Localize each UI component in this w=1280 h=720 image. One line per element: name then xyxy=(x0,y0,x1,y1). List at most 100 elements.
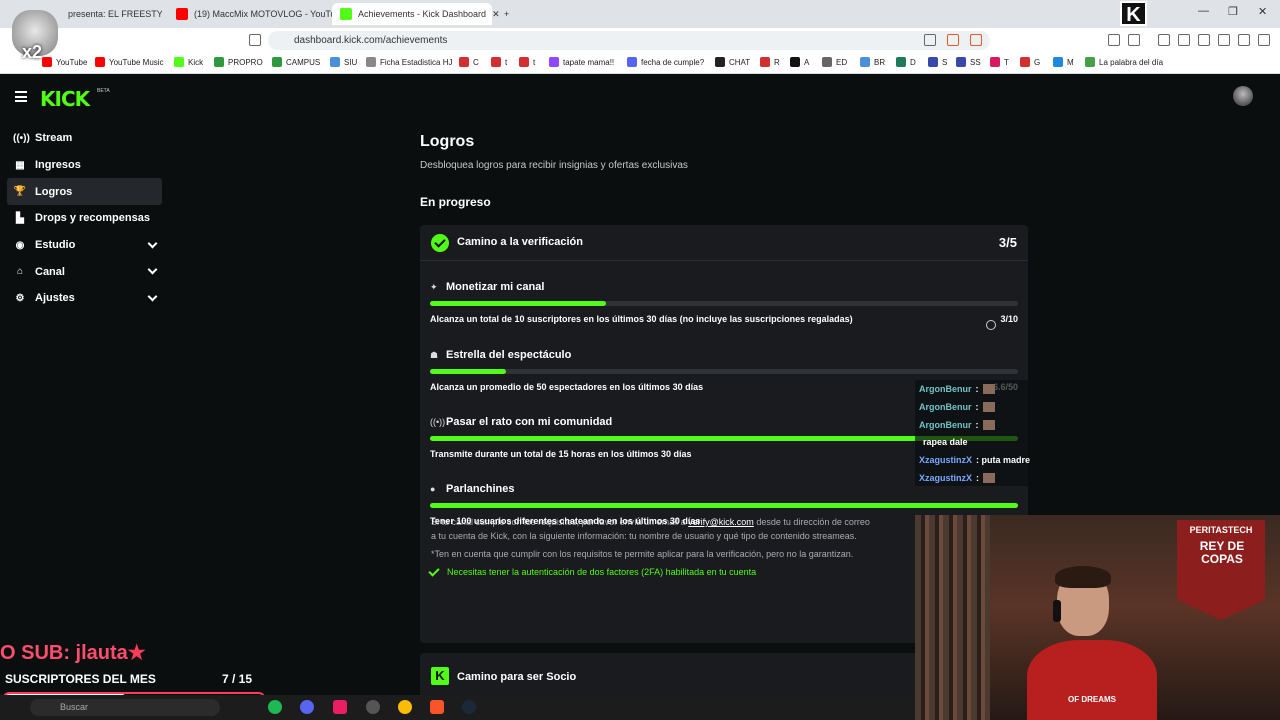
bookmark-item[interactable]: t xyxy=(491,57,507,67)
music-icon[interactable] xyxy=(1158,34,1170,46)
browser-tab[interactable]: presenta: EL FREESTYLER !! xyxy=(60,3,170,25)
chat-message: XzagustinzX: puta madre xyxy=(919,455,1030,465)
sidebar-item-ajustes[interactable]: ⚙ Ajustes xyxy=(7,285,162,312)
achievement-task: ✦ Monetizar mi canal Alcanza un total de 1… xyxy=(430,281,1018,341)
kick-logo[interactable]: KICK xyxy=(40,87,90,111)
sidebar-item-drops[interactable]: ▙ Drops y recompensas xyxy=(7,205,162,232)
bookmark-item[interactable]: R xyxy=(760,57,780,67)
bookmark-label: T xyxy=(1004,57,1009,67)
bookmark-item[interactable]: CHAT xyxy=(715,57,750,67)
bookmark-item[interactable]: Ficha Estadistica HJ xyxy=(366,57,452,67)
bookmark-item[interactable]: D xyxy=(896,57,916,67)
new-tab-button[interactable]: + xyxy=(496,3,517,25)
browser-tab[interactable]: (19) MaccMix MOTOVLOG - YouTube xyxy=(168,3,346,25)
bookmark-item[interactable]: T xyxy=(990,57,1009,67)
chrome-icon[interactable] xyxy=(398,700,412,714)
bookmark-item[interactable]: fecha de cumple? xyxy=(627,57,704,67)
sidebar-item-canal[interactable]: ⌂ Canal xyxy=(7,258,162,285)
chat-text: : xyxy=(975,401,979,412)
share-icon[interactable] xyxy=(924,34,936,46)
restore-icon[interactable]: ❐ xyxy=(1228,5,1238,18)
url-text: dashboard.kick.com/achievements xyxy=(294,35,448,46)
sub-goal-count: 7 / 15 xyxy=(222,672,253,686)
footer-note: *Ten en cuenta que cumplir con los requi… xyxy=(431,549,854,559)
bookmark-item[interactable]: G xyxy=(1020,57,1040,67)
bookmark-item[interactable]: tapate mama!! xyxy=(549,57,614,67)
bookmark-item[interactable]: PROPRO xyxy=(214,57,263,67)
screenshot-icon[interactable] xyxy=(1128,34,1140,46)
bookmark-item[interactable]: SIU xyxy=(330,57,357,67)
progress-track xyxy=(430,503,1018,508)
card-count: 3/5 xyxy=(998,235,1017,250)
wallet-icon[interactable] xyxy=(1198,34,1210,46)
sidebar-item-stream[interactable]: ((•)) Stream xyxy=(7,125,162,152)
bookmark-label: M xyxy=(1067,57,1074,67)
bookmark-item[interactable]: SS xyxy=(956,57,981,67)
obs-icon[interactable] xyxy=(366,700,380,714)
bookmark-icon[interactable] xyxy=(249,34,261,46)
sidebar: ((•)) Stream ▦ Ingresos 🏆 Logros ▙ Drops y reco… xyxy=(0,125,170,312)
task-title: Pasar el rato con mi comunidad xyxy=(446,416,613,428)
bookmark-item[interactable]: t xyxy=(519,57,535,67)
sidebar-item-ingresos[interactable]: ▦ Ingresos xyxy=(7,152,162,179)
bookmark-item[interactable]: ED xyxy=(822,57,847,67)
sub-goal-label: SUSCRIPTORES DEL MES xyxy=(5,672,156,686)
leo-ai-icon[interactable] xyxy=(1218,34,1230,46)
kick-icon xyxy=(340,8,352,20)
bookmark-item[interactable]: C xyxy=(459,57,479,67)
hamburger-menu-icon[interactable] xyxy=(15,91,27,102)
chevron-down-icon[interactable] xyxy=(147,291,158,302)
close-window-icon[interactable]: ✕ xyxy=(1258,5,1267,18)
brave-shield-icon[interactable] xyxy=(947,34,959,46)
discord-icon[interactable] xyxy=(300,700,314,714)
sidebar-item-label: Ajustes xyxy=(35,292,75,305)
chevron-down-icon[interactable] xyxy=(147,238,158,249)
extensions-icon[interactable] xyxy=(1108,34,1120,46)
bookmark-icon xyxy=(715,57,725,67)
bookmark-label: G xyxy=(1034,57,1041,67)
sidebar-icon: 🏆 xyxy=(13,186,27,198)
steam-icon[interactable] xyxy=(462,700,476,714)
card-header[interactable]: Camino a la verificación 3/5 xyxy=(420,225,1028,261)
bookmark-label: Ficha Estadistica HJ xyxy=(380,57,453,67)
url-field[interactable]: dashboard.kick.com/achievements xyxy=(268,31,990,50)
bookmark-label: fecha de cumple? xyxy=(641,57,705,67)
twofa-requirement: Necesitas tener la autenticación de dos … xyxy=(428,564,756,577)
spotify-icon[interactable] xyxy=(268,700,282,714)
bookmark-icon xyxy=(95,57,105,67)
brave-icon[interactable] xyxy=(430,700,444,714)
address-bar-row: dashboard.kick.com/achievements xyxy=(0,28,1280,52)
progress-fill xyxy=(430,301,607,306)
sidebar-item-label: Estudio xyxy=(35,239,76,252)
bookmark-item[interactable]: M xyxy=(1053,57,1074,67)
avatar[interactable] xyxy=(1233,86,1253,106)
tab-title: presenta: EL FREESTYLER !! xyxy=(68,9,162,19)
tiktok-icon[interactable] xyxy=(333,700,347,714)
bookmark-item[interactable]: YouTube Music xyxy=(95,57,164,67)
bookmark-item[interactable]: La palabra del día xyxy=(1085,57,1163,67)
sidebar-icon: ▦ xyxy=(15,159,25,171)
page-subtitle: Desbloquea logros para recibir insignias… xyxy=(420,160,688,171)
bookmark-item[interactable]: A xyxy=(790,57,809,67)
sidebar-item-logros[interactable]: 🏆 Logros xyxy=(7,178,162,206)
vpn-icon[interactable] xyxy=(1238,34,1250,46)
chat-message: ArgonBenur: xyxy=(919,419,995,430)
bookmark-label: PROPRO xyxy=(228,57,263,67)
taskbar-search[interactable]: Buscar xyxy=(30,699,220,716)
brave-rewards-icon[interactable] xyxy=(970,34,982,46)
chevron-down-icon[interactable] xyxy=(147,264,158,275)
sidebar-toggle-icon[interactable] xyxy=(1178,34,1190,46)
sidebar-item-label: Canal xyxy=(35,265,65,278)
minimize-icon[interactable]: — xyxy=(1198,5,1209,17)
chat-message: ArgonBenur: xyxy=(919,384,995,394)
shirt: OF DREAMS xyxy=(1027,640,1157,720)
bookmark-item[interactable]: CAMPUS xyxy=(272,57,320,67)
bookmark-item[interactable]: BR xyxy=(860,57,885,67)
bookmark-item[interactable]: Kick xyxy=(174,57,203,67)
menu-icon[interactable] xyxy=(1258,34,1270,46)
bookmark-icon xyxy=(1020,57,1030,67)
sidebar-item-estudio[interactable]: ◉ Estudio xyxy=(7,232,162,259)
bookmark-item[interactable]: S xyxy=(928,57,947,67)
task-count: 3/10 xyxy=(1000,314,1018,324)
browser-tab-active[interactable]: Achievements - Kick Dashboard ✕ xyxy=(332,3,500,25)
